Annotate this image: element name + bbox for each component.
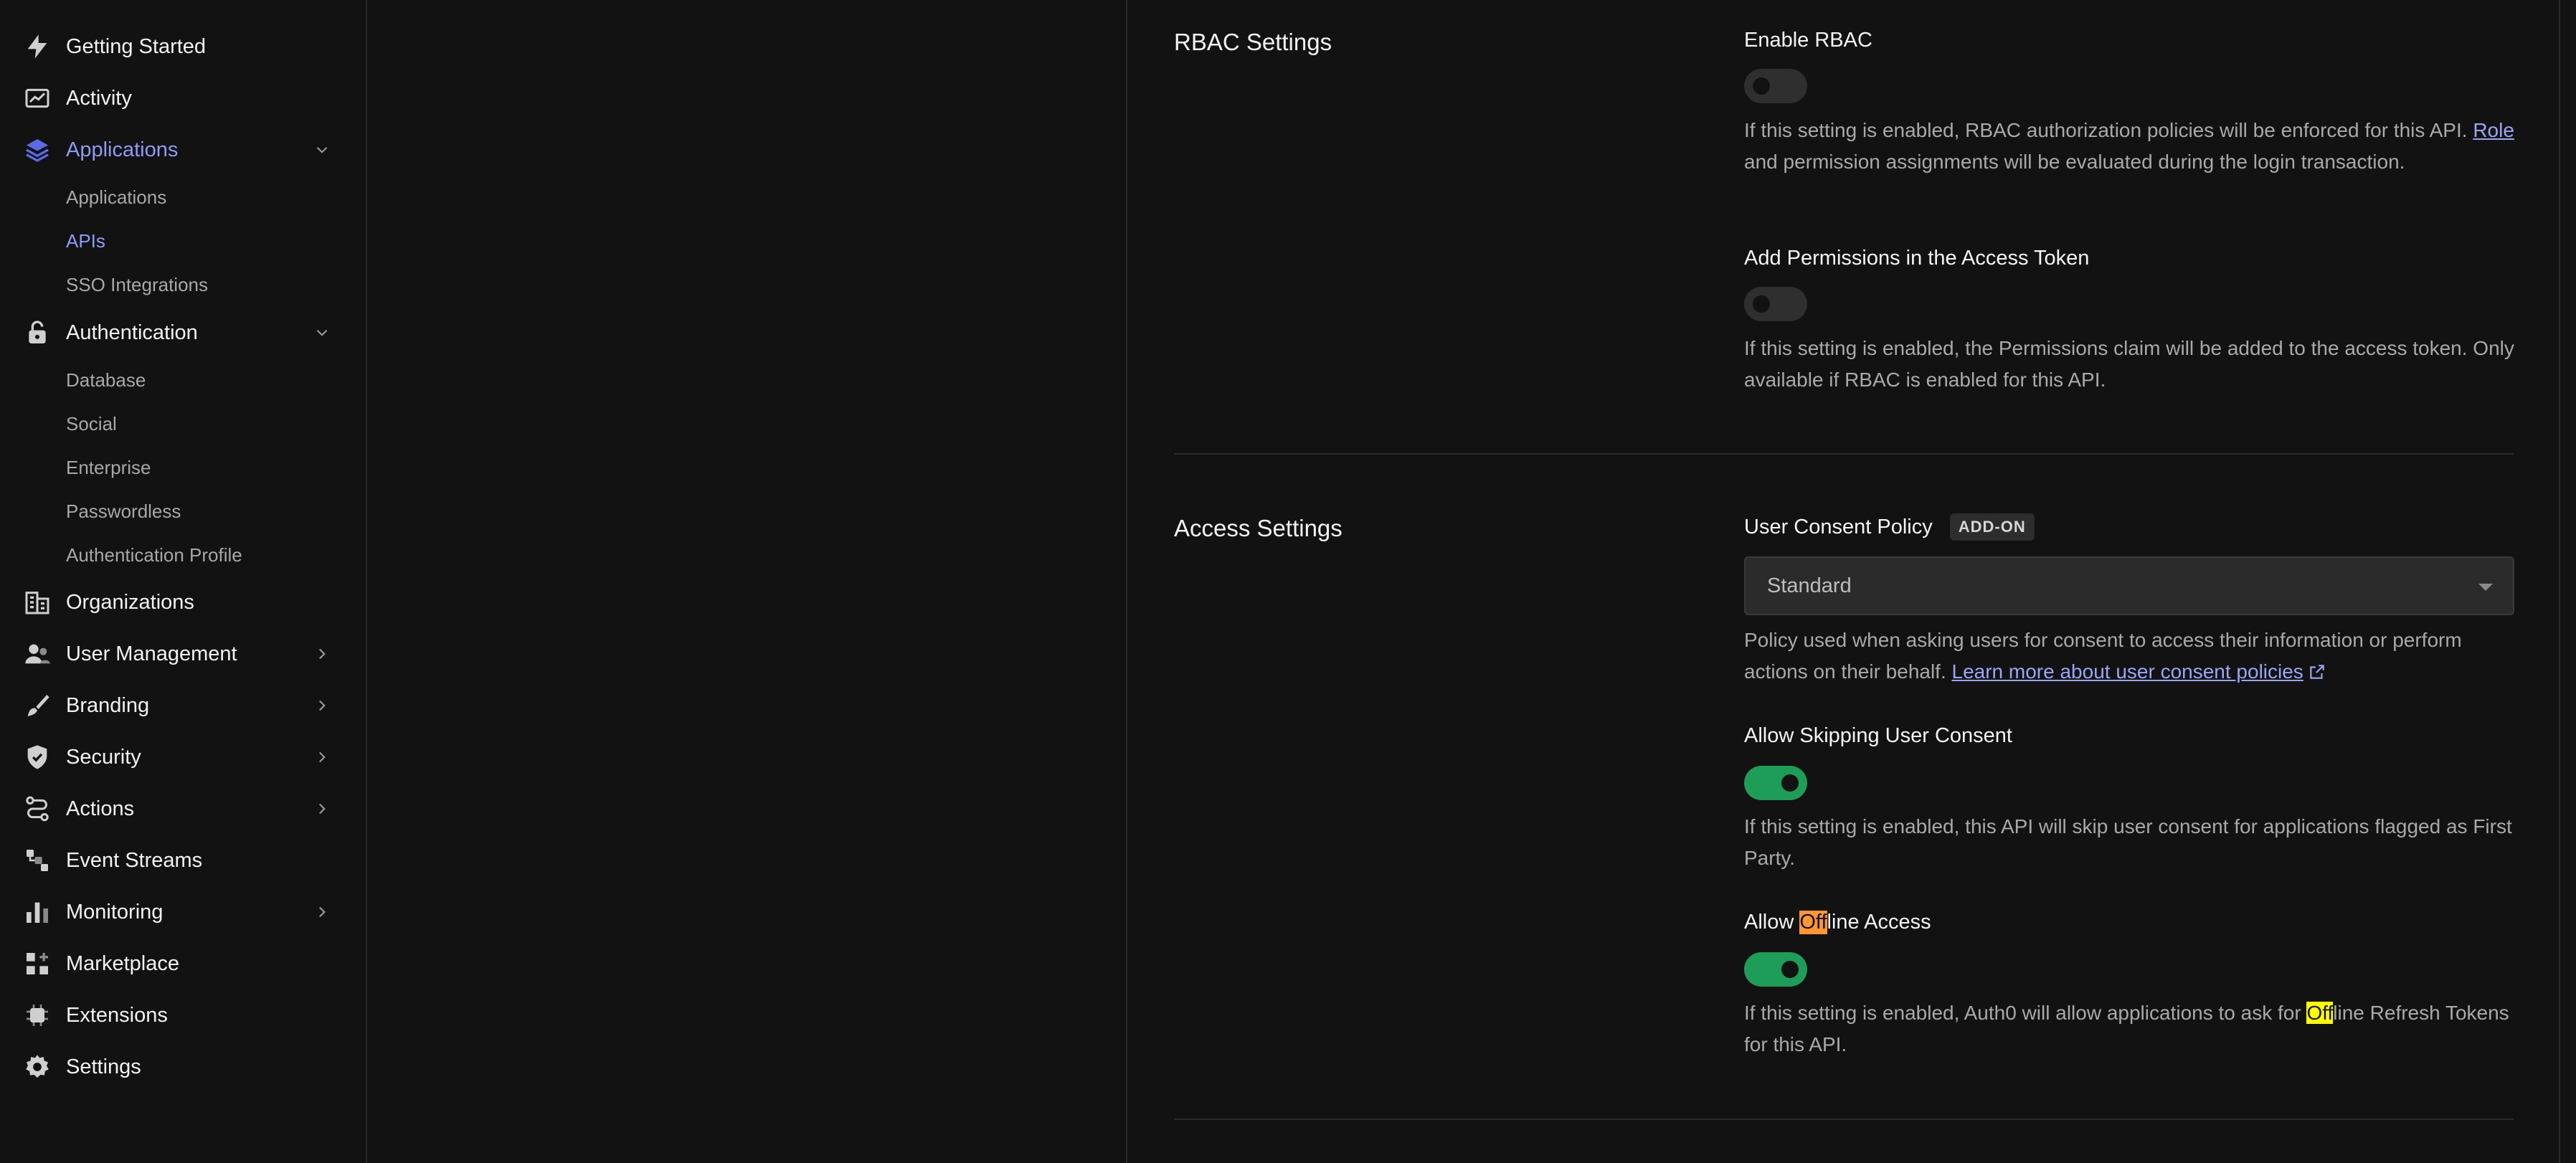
chevron-down-icon[interactable]: [313, 141, 331, 159]
chart-line-icon: [23, 84, 52, 113]
gear-icon: [23, 1053, 52, 1081]
sidebar-item-label: Marketplace: [66, 951, 179, 975]
enable-rbac-toggle[interactable]: [1744, 69, 1807, 103]
user-consent-policy-label: User Consent Policy ADD-ON: [1744, 513, 2035, 541]
sidebar-item-branding[interactable]: Branding: [0, 680, 366, 731]
sidebar-item-label: Activity: [66, 86, 132, 110]
building-icon: [23, 588, 52, 617]
chevron-down-icon[interactable]: [313, 323, 331, 342]
sidebar-subitem-sso-integrations[interactable]: SSO Integrations: [66, 267, 208, 303]
sidebar-item-label: Getting Started: [66, 34, 207, 58]
addon-badge: ADD-ON: [1949, 513, 2035, 541]
caret-down-icon: [2478, 584, 2493, 591]
sidebar-item-label: Authentication: [66, 321, 198, 344]
sidebar-subitem-enterprise[interactable]: Enterprise: [66, 450, 151, 485]
sidebar-item-extensions[interactable]: Extensions: [0, 989, 366, 1041]
desc-text: If this setting is enabled, RBAC authori…: [1744, 119, 2473, 141]
user-consent-policy-select[interactable]: Standard: [1744, 556, 2514, 615]
label-text: line Access: [1827, 911, 1931, 934]
section-divider: [1174, 453, 2514, 455]
enable-rbac-description: If this setting is enabled, RBAC authori…: [1744, 115, 2519, 178]
layers-icon: [23, 136, 52, 164]
rbac-section-title: RBAC Settings: [1174, 29, 1332, 55]
sidebar-item-label: Monitoring: [66, 900, 164, 924]
main-content: RBAC Settings Enable RBAC If this settin…: [1129, 0, 2576, 1163]
sidebar-subitem-database[interactable]: Database: [66, 362, 146, 398]
lock-icon: [23, 318, 52, 347]
external-link-icon: [2310, 665, 2324, 679]
chip-icon: [23, 1001, 52, 1030]
search-highlight: Off: [1799, 911, 1827, 934]
scroll-edge: [2559, 0, 2560, 1163]
enable-rbac-label: Enable RBAC: [1744, 29, 1872, 52]
user-consent-description: Policy used when asking users for consen…: [1744, 625, 2519, 688]
chevron-right-icon[interactable]: [313, 903, 331, 921]
sidebar-item-marketplace[interactable]: Marketplace: [0, 938, 366, 989]
brush-icon: [23, 691, 52, 720]
access-section-title: Access Settings: [1174, 515, 1343, 541]
sidebar-item-authentication[interactable]: Authentication: [0, 307, 366, 359]
empty-panel: [369, 0, 1127, 1163]
chevron-right-icon[interactable]: [313, 645, 331, 663]
sidebar-item-activity[interactable]: Activity: [0, 72, 366, 124]
sidebar-item-label: Branding: [66, 693, 150, 717]
section-divider: [1174, 1119, 2514, 1120]
toggle-knob: [1781, 774, 1799, 792]
sidebar-item-label: User Management: [66, 642, 237, 665]
sidebar-item-monitoring[interactable]: Monitoring: [0, 886, 366, 938]
label-text: User Consent Policy: [1744, 515, 1933, 538]
chevron-right-icon[interactable]: [313, 748, 331, 766]
chevron-right-icon[interactable]: [313, 696, 331, 715]
sidebar-subitem-apis[interactable]: APIs: [66, 223, 105, 259]
allow-skip-consent-label: Allow Skipping User Consent: [1744, 724, 2012, 747]
sidebar-item-label: Event Streams: [66, 848, 203, 872]
sidebar-subitem-applications[interactable]: Applications: [66, 179, 166, 215]
grid-plus-icon: [23, 949, 52, 978]
toggle-knob: [1753, 295, 1770, 313]
add-permissions-description: If this setting is enabled, the Permissi…: [1744, 337, 2514, 391]
flow-icon: [23, 794, 52, 823]
desc-text: If this setting is enabled, Auth0 will a…: [1744, 1002, 2307, 1024]
toggle-knob: [1753, 77, 1770, 95]
add-permissions-toggle[interactable]: [1744, 287, 1807, 321]
stream-icon: [23, 846, 52, 875]
add-permissions-label: Add Permissions in the Access Token: [1744, 247, 2090, 270]
sidebar-item-label: Organizations: [66, 590, 194, 614]
sidebar-item-settings[interactable]: Settings: [0, 1041, 366, 1093]
sidebar-item-getting-started[interactable]: Getting Started: [0, 21, 366, 72]
sidebar-item-label: Applications: [66, 138, 179, 161]
chevron-right-icon[interactable]: [313, 799, 331, 818]
allow-skip-consent-description: If this setting is enabled, this API wil…: [1744, 815, 2512, 869]
sidebar-item-label: Security: [66, 745, 141, 769]
sidebar: Getting Started Activity Applications Ap…: [0, 0, 367, 1163]
shield-icon: [23, 743, 52, 772]
toggle-knob: [1781, 961, 1799, 978]
sidebar-item-user-management[interactable]: User Management: [0, 628, 366, 680]
bar-chart-icon: [23, 898, 52, 926]
search-highlight: Off: [2306, 1002, 2334, 1024]
sidebar-subitem-authentication-profile[interactable]: Authentication Profile: [66, 537, 242, 573]
sidebar-subitem-social[interactable]: Social: [66, 406, 117, 442]
sidebar-item-label: Extensions: [66, 1003, 168, 1027]
select-value: Standard: [1767, 574, 1852, 597]
sidebar-item-organizations[interactable]: Organizations: [0, 576, 366, 628]
label-text: Allow: [1744, 911, 1800, 934]
desc-text: and permission assignments will be evalu…: [1744, 151, 2405, 173]
allow-skip-consent-toggle[interactable]: [1744, 766, 1807, 800]
allow-offline-access-description: If this setting is enabled, Auth0 will a…: [1744, 997, 2519, 1060]
role-link[interactable]: Role: [2473, 119, 2514, 141]
users-icon: [23, 640, 52, 668]
sidebar-item-security[interactable]: Security: [0, 731, 366, 783]
allow-offline-access-label: Allow Off line Access: [1744, 911, 1931, 934]
sidebar-item-label: Settings: [66, 1055, 141, 1078]
sidebar-subitem-passwordless[interactable]: Passwordless: [66, 493, 181, 529]
sidebar-item-applications[interactable]: Applications: [0, 124, 366, 176]
bolt-icon: [23, 32, 52, 61]
sidebar-item-actions[interactable]: Actions: [0, 783, 366, 835]
allow-offline-access-toggle[interactable]: [1744, 952, 1807, 987]
sidebar-item-label: Actions: [66, 797, 135, 820]
consent-policies-link[interactable]: Learn more about user consent policies: [1952, 660, 2303, 683]
sidebar-item-event-streams[interactable]: Event Streams: [0, 835, 366, 886]
